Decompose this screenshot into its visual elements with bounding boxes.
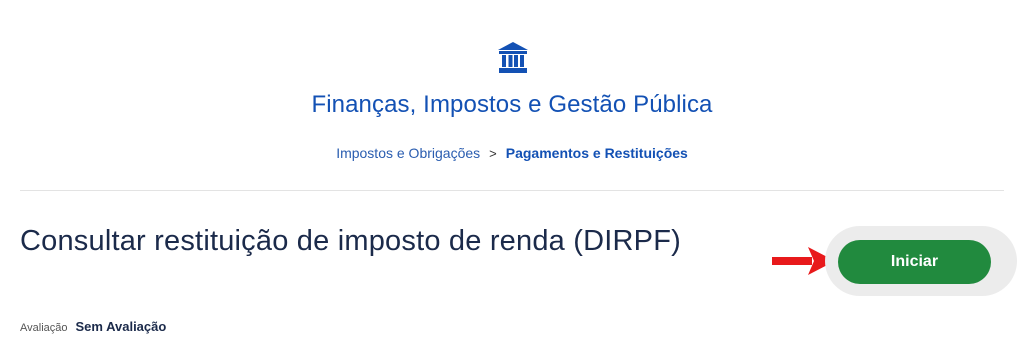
rating: Avaliação Sem Avaliação <box>20 319 166 334</box>
start-button[interactable]: Iniciar <box>838 240 991 284</box>
divider <box>20 190 1004 191</box>
breadcrumb-item-impostos[interactable]: Impostos e Obrigações <box>336 145 480 161</box>
page: Finanças, Impostos e Gestão Pública Impo… <box>0 0 1024 348</box>
breadcrumb: Impostos e Obrigações > Pagamentos e Resti… <box>0 145 1024 161</box>
rating-label: Avaliação <box>20 322 68 334</box>
rating-value: Sem Avaliação <box>75 319 167 334</box>
category-title[interactable]: Finanças, Impostos e Gestão Pública <box>0 91 1024 119</box>
breadcrumb-item-pagamentos[interactable]: Pagamentos e Restituições <box>506 145 688 161</box>
government-building-icon <box>498 42 528 73</box>
page-title: Consultar restituição de imposto de rend… <box>20 225 681 257</box>
breadcrumb-separator: > <box>489 146 497 161</box>
